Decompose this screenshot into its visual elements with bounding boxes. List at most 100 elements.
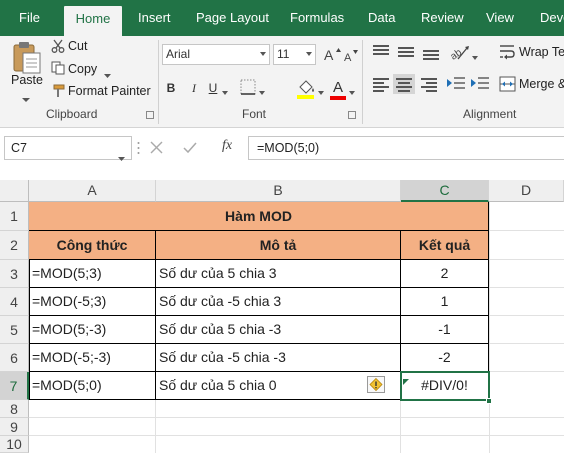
- tab-review[interactable]: Review: [421, 0, 464, 36]
- gridline: [489, 287, 564, 288]
- orientation-dropdown-icon[interactable]: [472, 49, 478, 60]
- header-cell[interactable]: Kết quả: [401, 231, 489, 260]
- cut-button[interactable]: Cut: [68, 39, 87, 53]
- cut-icon[interactable]: [51, 39, 65, 53]
- row-header[interactable]: 4: [0, 288, 29, 316]
- insert-function-button[interactable]: fx: [222, 138, 238, 154]
- paste-icon[interactable]: [10, 40, 44, 76]
- italic-button[interactable]: I: [186, 78, 202, 98]
- formula-cell[interactable]: =MOD(-5;-3): [29, 344, 156, 372]
- decrease-indent-icon[interactable]: [446, 75, 466, 93]
- underline-dropdown-icon[interactable]: [222, 84, 228, 95]
- format-painter-icon[interactable]: [51, 84, 65, 98]
- worksheet-grid: A B C D 1 2 3 4 5 6 7 8 9 10 Hàm MOD Côn…: [0, 180, 564, 453]
- fill-handle[interactable]: [486, 398, 492, 404]
- copy-button[interactable]: Copy: [68, 62, 97, 76]
- font-size-select[interactable]: 11: [273, 44, 316, 65]
- svg-text:A: A: [344, 52, 352, 62]
- clipboard-group-label: Clipboard: [46, 107, 98, 121]
- borders-icon[interactable]: [239, 78, 259, 98]
- orientation-icon[interactable]: ab: [448, 42, 472, 63]
- description-cell[interactable]: Số dư của -5 chia -3: [156, 344, 401, 372]
- formula-cell[interactable]: =MOD(5;3): [29, 260, 156, 288]
- formula-bar-grip-icon: [137, 140, 140, 156]
- borders-dropdown-icon[interactable]: [259, 84, 265, 95]
- align-right-icon[interactable]: [418, 74, 440, 94]
- gridline: [155, 400, 156, 453]
- column-header-c[interactable]: C: [401, 180, 489, 202]
- top-align-icon[interactable]: [370, 42, 392, 62]
- increase-indent-icon[interactable]: [470, 75, 490, 93]
- result-cell[interactable]: -1: [401, 316, 489, 344]
- result-cell[interactable]: 2: [401, 260, 489, 288]
- tab-insert[interactable]: Insert: [138, 0, 171, 36]
- paste-button[interactable]: Paste: [11, 73, 43, 87]
- merge-center-button[interactable]: Merge &: [519, 77, 564, 91]
- bottom-align-icon[interactable]: [420, 42, 442, 62]
- error-warning-icon[interactable]: [367, 376, 385, 393]
- font-color-dropdown-icon[interactable]: [349, 84, 355, 95]
- bold-button[interactable]: B: [163, 78, 179, 98]
- clipboard-launcher-icon[interactable]: [146, 111, 154, 119]
- name-box[interactable]: C7: [4, 136, 132, 161]
- underline-button[interactable]: U: [206, 78, 220, 98]
- paste-dropdown-icon[interactable]: [22, 92, 30, 102]
- align-center-icon[interactable]: [393, 74, 415, 94]
- row-header[interactable]: 9: [0, 418, 29, 436]
- name-box-dropdown-icon[interactable]: [118, 146, 125, 161]
- formula-cell[interactable]: =MOD(5;-3): [29, 316, 156, 344]
- result-cell[interactable]: -2: [401, 344, 489, 372]
- header-cell[interactable]: Công thức: [29, 231, 156, 260]
- description-cell[interactable]: Số dư của 5 chia -3: [156, 316, 401, 344]
- formula-cell[interactable]: =MOD(-5;3): [29, 288, 156, 316]
- row-header-selected[interactable]: 7: [0, 372, 29, 400]
- font-launcher-icon[interactable]: [348, 111, 356, 119]
- result-cell[interactable]: 1: [401, 288, 489, 316]
- wrap-text-button[interactable]: Wrap Tex: [519, 45, 564, 59]
- align-left-icon[interactable]: [370, 74, 392, 94]
- tab-home[interactable]: Home: [64, 6, 122, 36]
- row-header[interactable]: 3: [0, 260, 29, 288]
- ribbon-tab-bar: File Home Insert Page Layout Formulas Da…: [0, 0, 564, 36]
- row-header[interactable]: 8: [0, 400, 29, 418]
- copy-icon[interactable]: [51, 61, 65, 75]
- formula-bar: C7 fx =MOD(5;0): [0, 128, 564, 170]
- format-painter-button[interactable]: Format Painter: [68, 84, 151, 98]
- font-name-select[interactable]: Arial: [162, 44, 270, 65]
- merge-center-icon[interactable]: [499, 76, 516, 92]
- row-header[interactable]: 6: [0, 344, 29, 372]
- ribbon-separator: [158, 40, 159, 124]
- fill-color-icon[interactable]: [295, 77, 317, 99]
- decrease-font-size-icon[interactable]: A: [344, 49, 359, 64]
- formula-cell[interactable]: =MOD(5;0): [29, 372, 156, 400]
- middle-align-icon[interactable]: [395, 42, 417, 62]
- wrap-text-icon[interactable]: [499, 44, 516, 60]
- increase-font-size-icon[interactable]: A: [324, 47, 341, 63]
- column-header-d[interactable]: D: [489, 180, 564, 202]
- row-header[interactable]: 5: [0, 316, 29, 344]
- description-cell[interactable]: Số dư của 5 chia 3: [156, 260, 401, 288]
- table-title-cell[interactable]: Hàm MOD: [29, 202, 489, 231]
- tab-page-layout[interactable]: Page Layout: [196, 0, 269, 36]
- enter-icon[interactable]: [183, 141, 197, 154]
- tab-developer[interactable]: Deve: [540, 0, 564, 36]
- gridline: [489, 202, 490, 453]
- tab-file[interactable]: File: [19, 0, 40, 36]
- column-header-b[interactable]: B: [156, 180, 401, 202]
- column-header-a[interactable]: A: [29, 180, 156, 202]
- tab-view[interactable]: View: [486, 0, 514, 36]
- description-cell[interactable]: Số dư của 5 chia 0: [156, 372, 401, 400]
- font-color-button[interactable]: A: [330, 78, 346, 98]
- copy-dropdown-icon[interactable]: [104, 67, 111, 78]
- select-all-corner[interactable]: [0, 180, 29, 202]
- header-cell[interactable]: Mô tả: [156, 231, 401, 260]
- fill-color-dropdown-icon[interactable]: [318, 84, 324, 95]
- tab-formulas[interactable]: Formulas: [290, 0, 344, 36]
- description-cell[interactable]: Số dư của -5 chia 3: [156, 288, 401, 316]
- row-header[interactable]: 10: [0, 436, 29, 453]
- row-header[interactable]: 1: [0, 202, 29, 231]
- row-header[interactable]: 2: [0, 231, 29, 260]
- cancel-icon[interactable]: [150, 141, 163, 154]
- formula-input[interactable]: =MOD(5;0): [248, 136, 564, 160]
- tab-data[interactable]: Data: [368, 0, 395, 36]
